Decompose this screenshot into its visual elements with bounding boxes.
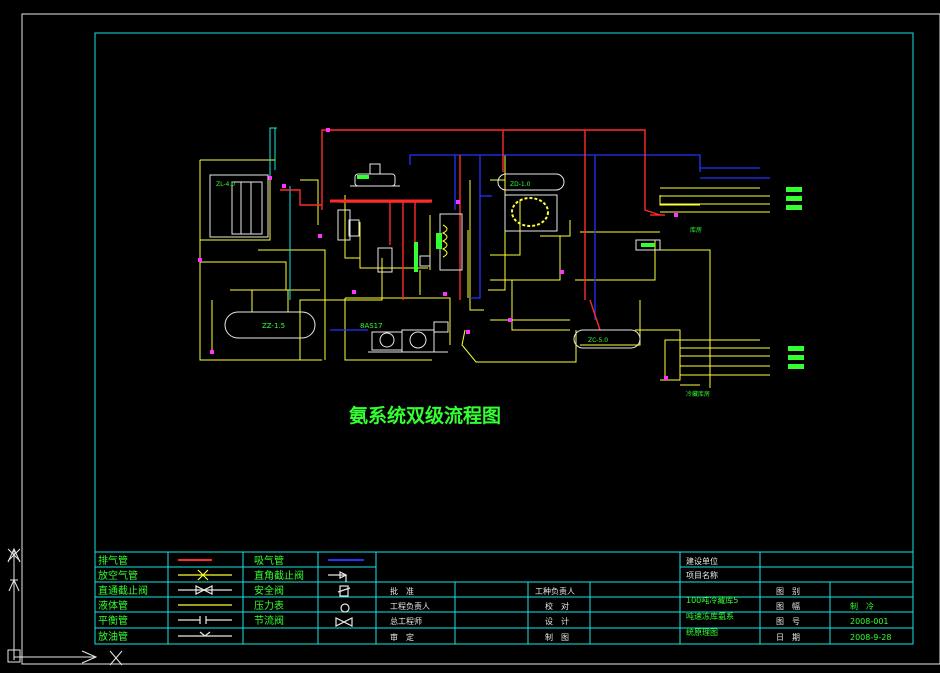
ammonia-separator xyxy=(635,239,661,251)
lower-room-label: 冷藏库房 xyxy=(686,390,710,398)
field-label: 图 号 xyxy=(776,617,800,626)
condenser xyxy=(436,213,463,271)
sign-label: 工种负责人 xyxy=(535,586,575,596)
project-label: 项目名称 xyxy=(686,570,718,580)
suction-pipes xyxy=(330,154,770,331)
legend-label: 平衡管 xyxy=(98,614,128,627)
evaporator-bank-upper: 库房 xyxy=(690,187,802,234)
project-name-line: 100吨冷藏库5 xyxy=(686,595,738,605)
unit-label: 建设单位 xyxy=(686,556,718,566)
legend-label: 安全阀 xyxy=(254,584,284,597)
intercooler-vessel: ZZ-1.5 xyxy=(224,311,316,339)
field-label: 图 幅 xyxy=(776,601,800,611)
legend-label: 放空气管 xyxy=(98,569,138,582)
legend-label: 压力表 xyxy=(254,599,284,612)
vent-pipes xyxy=(269,127,291,300)
legend-label: 放油管 xyxy=(98,630,128,643)
high-pressure-receiver xyxy=(350,163,400,187)
compressor-label: 8AS17 xyxy=(360,322,383,330)
legend-col2: 吸气管 直角截止阀 安全阀 压力表 节流阀 xyxy=(254,554,304,627)
project-name-line: 吨速冻库氨系 xyxy=(686,611,734,621)
circulating-barrel-label: ZC-5.0 xyxy=(588,337,608,344)
intercooler-label: ZZ-1.5 xyxy=(262,322,285,330)
low-pressure-receiver: ZD-1.0 xyxy=(497,173,565,191)
field-value: 2008-001 xyxy=(850,617,889,626)
sign-label: 工程负责人 xyxy=(390,601,430,611)
lsv-module: ZL-4.0 xyxy=(209,174,269,238)
field-value: 制 冷 xyxy=(850,601,874,611)
legend-label: 吸气管 xyxy=(254,554,284,567)
legend-label: 节流阀 xyxy=(254,614,284,627)
field-value: 2008-9-28 xyxy=(850,633,891,642)
project-info: 建设单位 项目名称 100吨冷藏库5 吨速冻库氨系 统原理图 图 别 图 幅 图… xyxy=(686,556,891,642)
sign-label: 校 对 xyxy=(545,601,569,611)
sign-label: 批 准 xyxy=(390,586,414,596)
sign-label: 总工程师 xyxy=(390,616,422,626)
field-label: 日 期 xyxy=(776,633,800,642)
ammonia-pump-frame xyxy=(504,194,558,232)
oil-separator xyxy=(337,209,360,241)
sign-label: 审 定 xyxy=(390,632,414,642)
legend-label: 液体管 xyxy=(98,599,128,612)
low-pressure-receiver-label: ZD-1.0 xyxy=(510,181,531,188)
legend-label: 直通截止阀 xyxy=(98,584,148,597)
legend-label: 排气管 xyxy=(98,554,128,567)
legend-label: 直角截止阀 xyxy=(254,569,304,582)
sign-label: 制 图 xyxy=(545,632,569,642)
project-name-line: 统原理图 xyxy=(686,627,718,637)
compressor-unit: 8AS17 xyxy=(360,321,449,353)
diagram-title: 氨系统双级流程图 xyxy=(349,404,501,427)
evaporator-bank-lower: 冷藏库房 xyxy=(686,346,804,398)
lsv-label: ZL-4.0 xyxy=(216,181,235,188)
signature-fields: 批 准 工程负责人 总工程师 审 定 工种负责人 校 对 设 计 制 图 xyxy=(390,586,575,642)
field-label: 图 别 xyxy=(776,587,800,596)
upper-room-label: 库房 xyxy=(690,226,702,234)
title-block xyxy=(94,551,914,645)
sign-label: 设 计 xyxy=(545,616,569,626)
